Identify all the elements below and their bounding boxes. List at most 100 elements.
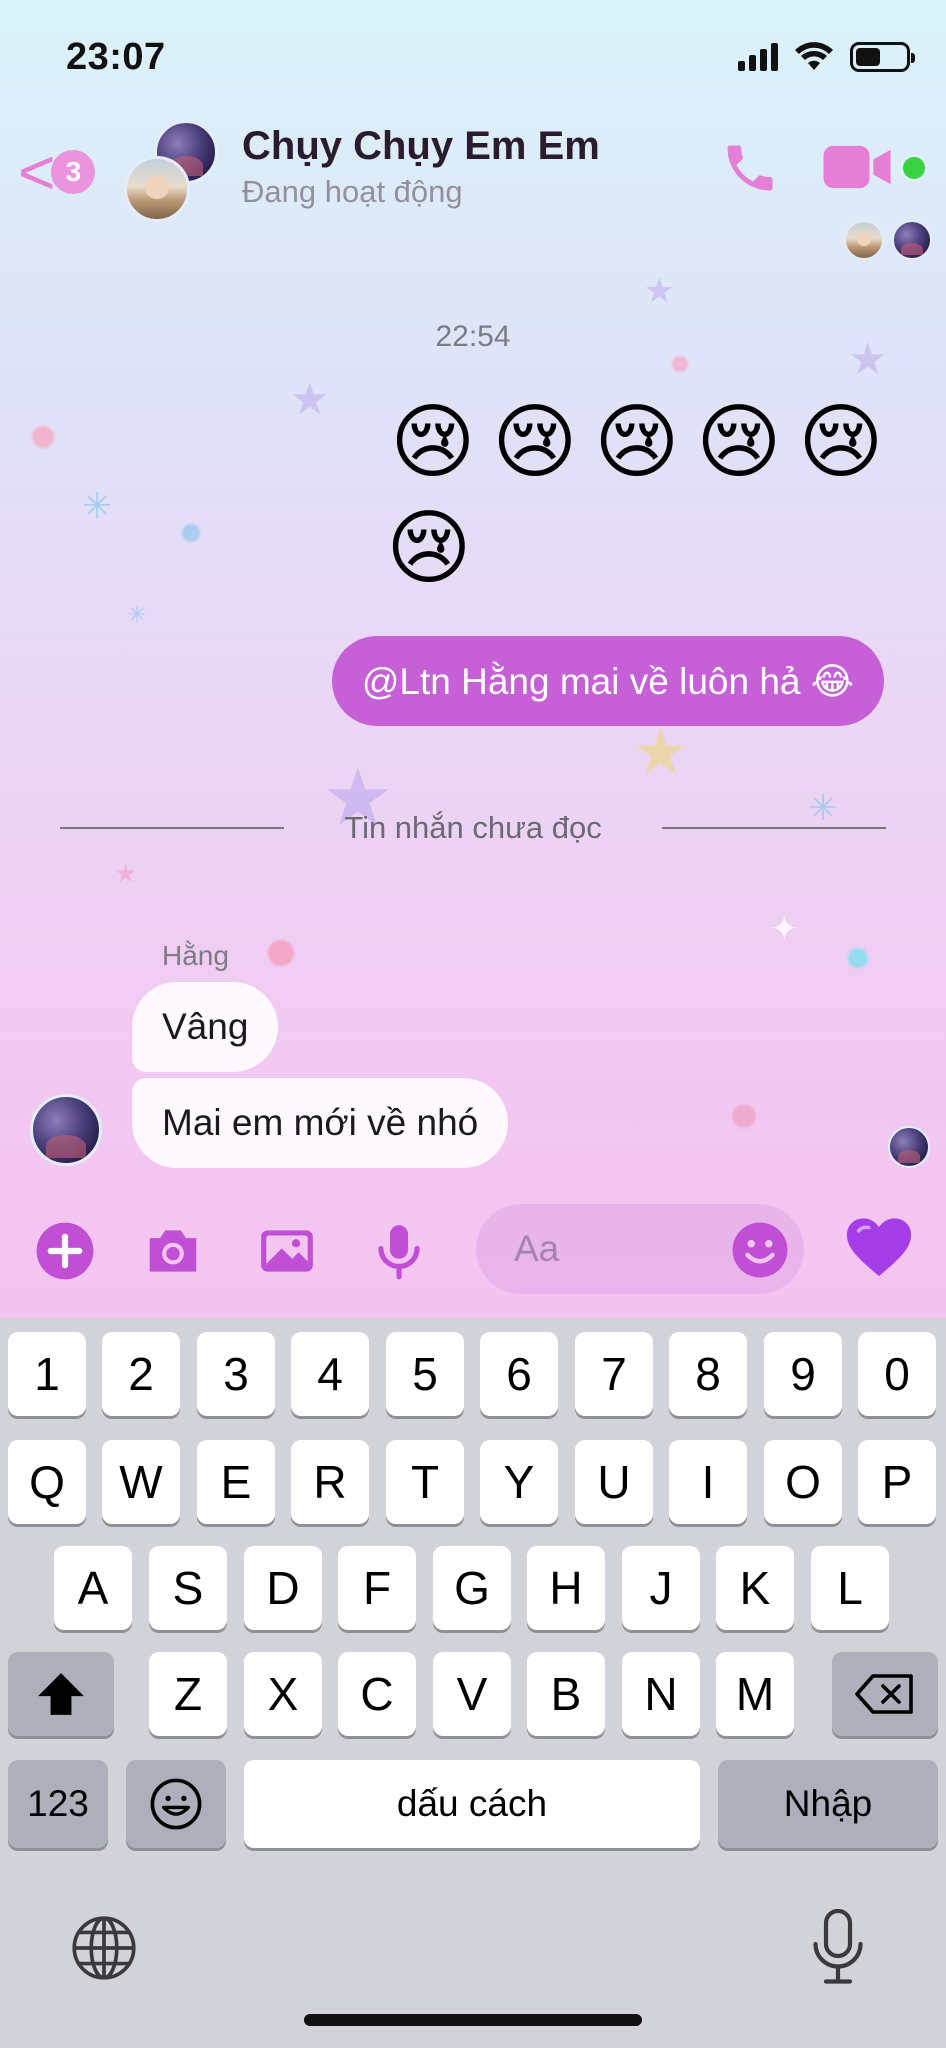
return-key[interactable]: Nhập [718,1760,938,1848]
key-l[interactable]: L [811,1546,889,1630]
image-icon[interactable] [256,1220,318,1282]
key-f[interactable]: F [338,1546,416,1630]
avatar [892,220,932,260]
key-i[interactable]: I [669,1440,747,1524]
key-m[interactable]: M [716,1652,794,1736]
unread-divider-label: Tin nhắn chưa đọc [344,810,602,845]
plus-icon[interactable] [34,1220,96,1282]
key-6[interactable]: 6 [480,1332,558,1416]
key-q[interactable]: Q [8,1440,86,1524]
crying-emoji: 😢 [492,397,578,488]
emoji-message-row[interactable]: 😢 😢 😢 😢 😢 [390,397,884,488]
star-decoration: ★ [632,716,690,788]
key-j[interactable]: J [622,1546,700,1630]
key-p[interactable]: P [858,1440,936,1524]
divider-line [60,827,285,829]
seen-by-avatars [844,220,932,260]
key-0[interactable]: 0 [858,1332,936,1416]
wifi-icon [795,42,833,70]
key-w[interactable]: W [102,1440,180,1524]
emoji-message-row[interactable]: 😢 [386,503,472,594]
key-4[interactable]: 4 [291,1332,369,1416]
star-decoration: ★ [114,858,138,888]
video-camera-icon[interactable] [823,144,893,190]
key-r[interactable]: R [291,1440,369,1524]
key-z[interactable]: Z [149,1652,227,1736]
read-receipt-avatar [888,1126,930,1168]
back-button[interactable]: < 3 [18,136,96,208]
key-3[interactable]: 3 [197,1332,275,1416]
status-time: 23:07 [66,36,166,78]
keyboard: 1 2 3 4 5 6 7 8 9 0 Q W E R T Y U I O P … [0,1318,946,2048]
key-1[interactable]: 1 [8,1332,86,1416]
crying-emoji: 😢 [390,397,476,488]
key-9[interactable]: 9 [764,1332,842,1416]
chat-title[interactable]: Chụy Chụy Em Em [242,124,600,169]
star-decoration: ✳ [82,485,113,526]
key-s[interactable]: S [149,1546,227,1630]
dot-decoration [848,948,868,968]
unread-divider: Tin nhắn chưa đọc [60,810,886,846]
sender-avatar[interactable] [30,1094,102,1166]
key-c[interactable]: C [338,1652,416,1736]
globe-icon[interactable] [70,1914,138,1982]
key-g[interactable]: G [433,1546,511,1630]
key-2[interactable]: 2 [102,1332,180,1416]
avatar [844,220,884,260]
key-n[interactable]: N [622,1652,700,1736]
key-8[interactable]: 8 [669,1332,747,1416]
star-decoration: ★ [644,272,675,310]
key-5[interactable]: 5 [386,1332,464,1416]
dot-decoration [268,940,294,966]
dot-decoration [732,1104,756,1128]
emoji-key[interactable] [126,1760,226,1848]
key-v[interactable]: V [433,1652,511,1736]
crying-emoji: 😢 [798,397,884,488]
key-b[interactable]: B [527,1652,605,1736]
key-u[interactable]: U [575,1440,653,1524]
sparkle-decoration: ✦ [770,910,799,948]
sender-name: Hằng [162,940,229,971]
group-avatar[interactable] [124,120,224,230]
key-k[interactable]: K [716,1546,794,1630]
microphone-icon[interactable] [368,1220,430,1282]
battery-icon [850,42,915,72]
star-decoration: ★ [290,375,330,424]
active-status: Đang hoạt động [242,174,463,209]
incoming-message-bubble[interactable]: Vâng [132,982,279,1072]
key-a[interactable]: A [54,1546,132,1630]
key-t[interactable]: T [386,1440,464,1524]
phone-icon[interactable] [720,138,780,198]
incoming-message-bubble[interactable]: Mai em mới về nhó [132,1078,509,1168]
numbers-key[interactable]: 123 [8,1760,108,1848]
shift-key[interactable] [8,1652,114,1736]
chat-header: < 3 Chụy Chụy Em Em Đang hoạt động [0,110,946,260]
online-status-indicator [900,154,928,182]
dot-decoration [32,426,54,448]
backspace-key[interactable] [832,1652,938,1736]
key-x[interactable]: X [244,1652,322,1736]
key-y[interactable]: Y [480,1440,558,1524]
emoji-keyboard-icon [150,1778,202,1830]
dot-decoration [672,356,688,372]
key-o[interactable]: O [764,1440,842,1524]
key-e[interactable]: E [197,1440,275,1524]
back-chevron-icon: < [18,136,56,208]
outgoing-message-bubble[interactable]: @Ltn Hằng mai về luôn hả 😂 [331,636,884,726]
status-icons [738,42,915,72]
message-composer [0,1196,946,1318]
key-7[interactable]: 7 [575,1332,653,1416]
backspace-icon [855,1674,913,1714]
crying-emoji: 😢 [386,503,472,594]
space-key[interactable]: dấu cách [244,1760,700,1848]
key-d[interactable]: D [244,1546,322,1630]
camera-icon[interactable] [142,1220,204,1282]
avatar [124,156,190,222]
divider-line [661,827,886,829]
heart-icon[interactable] [844,1214,914,1280]
message-timestamp: 22:54 [435,320,511,353]
key-h[interactable]: H [527,1546,605,1630]
dictation-microphone-icon[interactable] [808,1908,868,1986]
smile-icon[interactable] [730,1220,790,1280]
home-indicator[interactable] [304,2014,642,2026]
